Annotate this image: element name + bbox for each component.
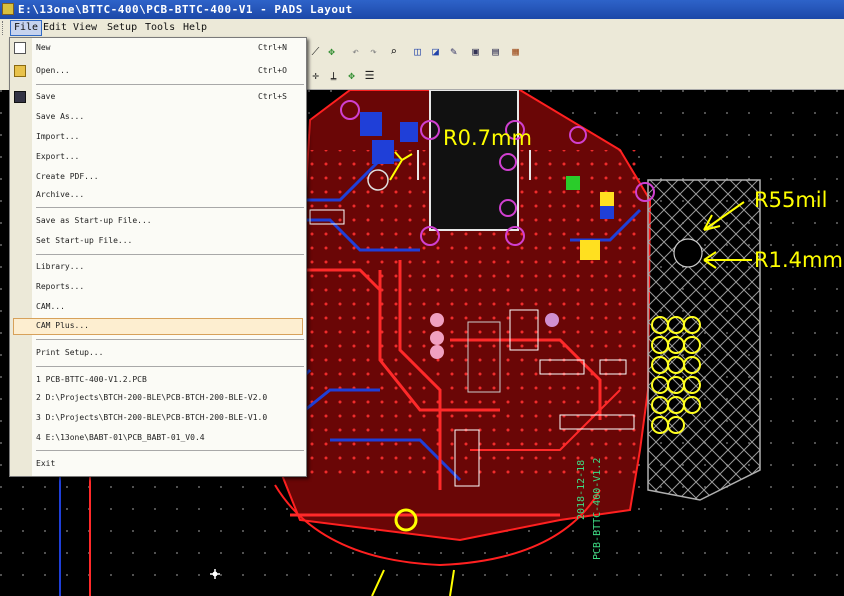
menubar-grip[interactable] [2,21,6,35]
menu-separator [36,254,304,255]
view-icon[interactable]: ▣ [468,44,483,59]
menu-item-print-setup[interactable]: Print Setup... [36,346,103,360]
menu-separator [36,84,304,85]
window-icon[interactable]: ▤ [488,44,503,59]
menu-item-recent-4[interactable]: 4 E:\13one\BABT-01\PCB_BABT-01_V0.4 [36,431,205,445]
redo-icon[interactable]: ↷ [366,44,381,59]
layer2-icon[interactable]: ◪ [428,44,443,59]
toolbar-row-1: ⟋ ✥ ↶ ↷ ⌕ ◫ ◪ ✎ ▣ ▤ ▦ [304,39,844,63]
menu-item-archive[interactable]: Archive... [36,188,84,202]
menu-bar: File Edit View Setup Tools Help [0,19,844,38]
title-bar: E:\13one\BTTC-400\PCB-BTTC-400-V1 - PADS… [0,0,844,19]
menu-item-save[interactable]: Save [36,90,55,104]
open-folder-icon [14,65,26,77]
zoom-icon[interactable]: ⌕ [386,44,401,59]
anchor-icon[interactable]: ⍊ [326,68,341,83]
menu-item-import[interactable]: Import... [36,130,79,144]
component-icon[interactable]: ✥ [324,44,339,59]
menu-separator [36,366,304,367]
board-date-label: 2018-12-18 [576,459,587,520]
menu-edit[interactable]: Edit [40,21,70,35]
move-icon[interactable]: ✛ [308,68,323,83]
menu-icon-strip [10,38,32,476]
shortcut-open: Ctrl+O [258,66,287,75]
annotation-r07mm: R0.7mm [443,126,532,150]
menu-item-recent-1[interactable]: 1 PCB-BTTC-400-V1.2.PCB [36,373,147,387]
undo-icon[interactable]: ↶ [348,44,363,59]
route-icon[interactable]: ⟋ [308,44,323,59]
component2-icon[interactable]: ✥ [344,68,359,83]
shortcut-new: Ctrl+N [258,43,287,52]
menu-separator [36,207,304,208]
file-menu: New Ctrl+N Open... Ctrl+O Save Ctrl+S Sa… [9,37,307,477]
menu-item-open[interactable]: Open... [36,64,70,78]
menu-separator [36,339,304,340]
menu-tools[interactable]: Tools [142,21,178,35]
new-file-icon [14,42,26,54]
menu-setup[interactable]: Setup [104,21,140,35]
menu-file[interactable]: File [10,20,43,36]
menu-separator [36,450,304,451]
window-title: E:\13one\BTTC-400\PCB-BTTC-400-V1 - PADS… [18,3,353,16]
standard-toolbar: ⟋ ✥ ↶ ↷ ⌕ ◫ ◪ ✎ ▣ ▤ ▦ ✛ ⍊ ✥ ☰ [304,37,844,90]
menu-item-library[interactable]: Library... [36,260,84,274]
menu-item-new[interactable]: New [36,41,50,55]
menu-item-reports[interactable]: Reports... [36,280,84,294]
annotation-r14mm: R1.4mm [754,248,843,272]
menu-item-cam[interactable]: CAM... [36,300,65,314]
menu-item-export[interactable]: Export... [36,150,79,164]
image-icon[interactable]: ▦ [508,44,523,59]
menu-item-cam-plus[interactable]: CAM Plus... [36,319,89,333]
menu-item-create-pdf[interactable]: Create PDF... [36,170,99,184]
menu-help[interactable]: Help [180,21,210,35]
shortcut-save: Ctrl+S [258,92,287,101]
board-name-label: PCB-BTTC-400-V1.2 [592,457,603,560]
menu-item-save-as[interactable]: Save As... [36,110,84,124]
menu-view[interactable]: View [70,21,100,35]
pen-icon[interactable]: ✎ [446,44,461,59]
list-icon[interactable]: ☰ [362,68,377,83]
save-disk-icon [14,91,26,103]
menu-item-recent-3[interactable]: 3 D:\Projects\BTCH-200-BLE\PCB-BTCH-200-… [36,411,267,425]
toolbar-row-2: ✛ ⍊ ✥ ☰ [304,63,844,87]
menu-item-set-startup[interactable]: Set Start-up File... [36,234,132,248]
pads-app-icon [2,3,14,15]
menu-item-save-startup[interactable]: Save as Start-up File... [36,214,152,228]
annotation-r55mil: R55mil [754,188,828,212]
menu-item-recent-2[interactable]: 2 D:\Projects\BTCH-200-BLE\PCB-BTCH-200-… [36,391,267,405]
layer-icon[interactable]: ◫ [410,44,425,59]
menu-item-exit[interactable]: Exit [36,457,55,471]
